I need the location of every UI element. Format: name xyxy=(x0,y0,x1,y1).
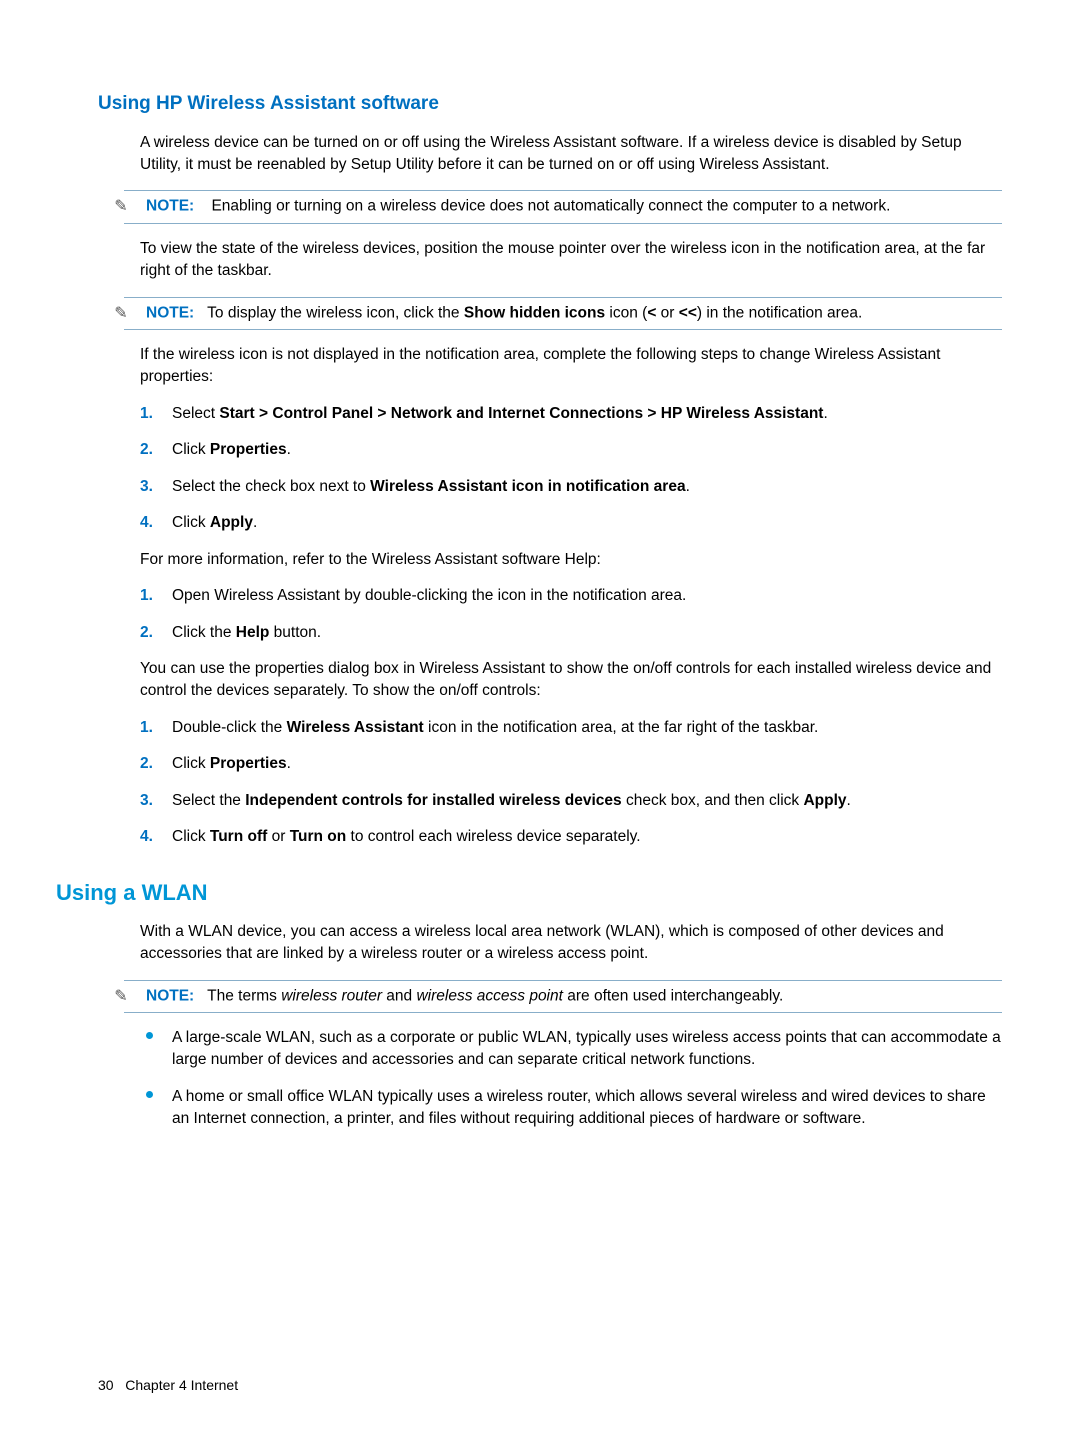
note-text-post: are often used interchangeably. xyxy=(563,987,783,1004)
list-number: 1. xyxy=(140,717,153,739)
page-number: 30 xyxy=(98,1377,114,1393)
list-item: A large-scale WLAN, such as a corporate … xyxy=(140,1027,1002,1072)
paragraph: To view the state of the wireless device… xyxy=(140,238,1002,283)
list-text-pre: Select xyxy=(172,405,219,422)
note-text-italic: wireless access point xyxy=(416,987,562,1004)
note-label: NOTE: xyxy=(146,987,194,1004)
bullet-list: A large-scale WLAN, such as a corporate … xyxy=(140,1027,1002,1131)
note-icon: ✎ xyxy=(124,195,144,218)
list-number: 2. xyxy=(140,439,153,461)
note-text xyxy=(199,198,212,215)
list-item: 3. Select the Independent controls for i… xyxy=(140,790,1002,812)
note-text-italic: wireless router xyxy=(281,987,382,1004)
list-number: 3. xyxy=(140,790,153,812)
list-text-post: icon in the notification area, at the fa… xyxy=(424,719,819,736)
list-text-bold: Properties xyxy=(210,441,287,458)
note-text-pre: To display the wireless icon, click the xyxy=(207,304,464,321)
list-text-pre: Select the check box next to xyxy=(172,478,370,495)
page-footer: 30 Chapter 4 Internet xyxy=(98,1375,238,1395)
note-text-or: or xyxy=(656,304,678,321)
list-text-bold: Wireless Assistant icon in notification … xyxy=(370,478,685,495)
list-item: 2. Click Properties. xyxy=(140,753,1002,775)
paragraph: If the wireless icon is not displayed in… xyxy=(140,344,1002,389)
list-text-post: button. xyxy=(269,624,321,641)
list-item: 4. Click Turn off or Turn on to control … xyxy=(140,826,1002,848)
list-text-post: to control each wireless device separate… xyxy=(346,828,640,845)
list-text-mid: or xyxy=(267,828,289,845)
note-text-bold: Show hidden icons xyxy=(464,304,605,321)
list-text-bold: Properties xyxy=(210,755,287,772)
list-text-post: . xyxy=(287,755,291,772)
list-item: 2. Click Properties. xyxy=(140,439,1002,461)
list-text-pre: Select the xyxy=(172,792,245,809)
list-text-post: . xyxy=(823,405,827,422)
list-text-post: . xyxy=(287,441,291,458)
note-text-pre: The terms xyxy=(207,987,281,1004)
note-text-post: ) in the notification area. xyxy=(697,304,862,321)
list-number: 3. xyxy=(140,476,153,498)
list-text-pre: Click xyxy=(172,828,210,845)
list-text: A large-scale WLAN, such as a corporate … xyxy=(172,1029,1001,1068)
chapter-label: Chapter 4 Internet xyxy=(125,1377,238,1393)
list-item: A home or small office WLAN typically us… xyxy=(140,1086,1002,1131)
list-item: 1. Select Start > Control Panel > Networ… xyxy=(140,403,1002,425)
numbered-list: 1. Open Wireless Assistant by double-cli… xyxy=(140,585,1002,644)
list-text-bold: Help xyxy=(236,624,270,641)
list-number: 1. xyxy=(140,585,153,607)
list-text-pre: Click xyxy=(172,441,210,458)
list-number: 1. xyxy=(140,403,153,425)
bullet-icon xyxy=(146,1091,153,1098)
list-text: A home or small office WLAN typically us… xyxy=(172,1088,986,1127)
list-item: 2. Click the Help button. xyxy=(140,622,1002,644)
list-text-pre: Click xyxy=(172,755,210,772)
note-icon: ✎ xyxy=(124,302,144,325)
list-item: 1. Open Wireless Assistant by double-cli… xyxy=(140,585,1002,607)
note-label: NOTE: xyxy=(146,198,194,215)
paragraph: You can use the properties dialog box in… xyxy=(140,658,1002,703)
note-block: ✎NOTE: Enabling or turning on a wireless… xyxy=(124,190,1002,223)
note-icon: ✎ xyxy=(124,985,144,1008)
list-text-bold2: Apply xyxy=(803,792,846,809)
paragraph: For more information, refer to the Wirel… xyxy=(140,549,1002,571)
numbered-list: 1. Select Start > Control Panel > Networ… xyxy=(140,403,1002,535)
section-heading-using-wlan: Using a WLAN xyxy=(56,877,1002,909)
note-text-symbol: << xyxy=(679,304,697,321)
list-number: 2. xyxy=(140,753,153,775)
list-text-bold: Independent controls for installed wirel… xyxy=(245,792,621,809)
list-number: 4. xyxy=(140,826,153,848)
list-text-bold: Apply xyxy=(210,514,253,531)
section-heading-hp-wireless-assistant: Using HP Wireless Assistant software xyxy=(98,90,1002,118)
list-item: 4. Click Apply. xyxy=(140,512,1002,534)
numbered-list: 1. Double-click the Wireless Assistant i… xyxy=(140,717,1002,849)
list-item: 3. Select the check box next to Wireless… xyxy=(140,476,1002,498)
list-text-bold2: Turn on xyxy=(290,828,347,845)
list-number: 2. xyxy=(140,622,153,644)
list-text-post2: . xyxy=(847,792,851,809)
note-label: NOTE: xyxy=(146,304,194,321)
paragraph: With a WLAN device, you can access a wir… xyxy=(140,921,1002,966)
list-item: 1. Double-click the Wireless Assistant i… xyxy=(140,717,1002,739)
paragraph: A wireless device can be turned on or of… xyxy=(140,132,1002,177)
list-text-bold: Wireless Assistant xyxy=(287,719,424,736)
list-text-bold: Turn off xyxy=(210,828,267,845)
list-number: 4. xyxy=(140,512,153,534)
note-text: Enabling or turning on a wireless device… xyxy=(211,198,890,215)
list-text-post: . xyxy=(253,514,257,531)
list-text-bold: Start > Control Panel > Network and Inte… xyxy=(219,405,823,422)
list-text-post: check box, and then click xyxy=(622,792,804,809)
note-text-mid: and xyxy=(382,987,416,1004)
bullet-icon xyxy=(146,1032,153,1039)
list-text-pre: Click xyxy=(172,514,210,531)
list-text: Open Wireless Assistant by double-clicki… xyxy=(172,587,686,604)
list-text-post: . xyxy=(686,478,690,495)
list-text-pre: Click the xyxy=(172,624,236,641)
note-block: ✎NOTE: To display the wireless icon, cli… xyxy=(124,297,1002,330)
note-text-mid: icon ( xyxy=(605,304,647,321)
list-text-pre: Double-click the xyxy=(172,719,287,736)
note-block: ✎NOTE: The terms wireless router and wir… xyxy=(124,980,1002,1013)
